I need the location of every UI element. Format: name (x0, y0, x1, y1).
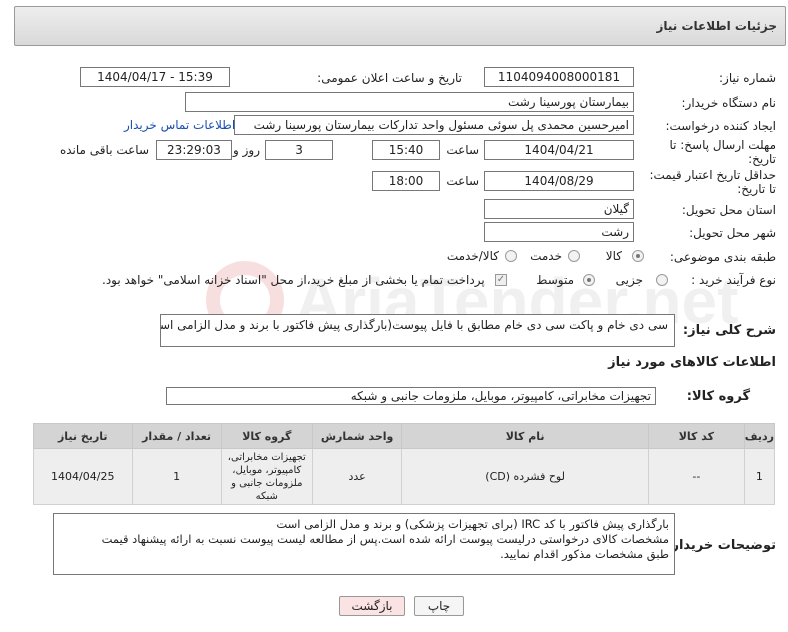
table-row: 1 -- لوح فشرده (CD) عدد تجهیزات مخابراتی… (33, 448, 776, 505)
buyer-org-label: نام دستگاه خریدار: (681, 96, 777, 110)
category-option-service: خدمت (530, 249, 562, 263)
cell-unit: عدد (311, 448, 403, 505)
payment-note: پرداخت تمام یا بخشی از مبلغ خرید،از محل … (102, 273, 485, 287)
validity-time-word: ساعت (446, 174, 479, 188)
col-group-header: گروه کالا (220, 423, 313, 449)
col-row-header: ردیف (743, 423, 776, 449)
print-button[interactable]: چاپ (414, 596, 464, 616)
requester-label: ایجاد کننده درخواست: (665, 119, 776, 133)
col-code-header: کد کالا (647, 423, 745, 449)
remaining-time-field: 23:29:03 (156, 140, 232, 160)
validity-label: حداقل تاریخ اعتبار قیمت: (649, 168, 776, 182)
validity-time-field: 18:00 (372, 171, 440, 191)
category-radio-service[interactable] (568, 250, 580, 262)
process-option-minor: جزیی (615, 273, 643, 287)
goods-group-label: گروه کالا: (686, 389, 750, 404)
need-number-field: 1104094008000181 (484, 67, 634, 87)
deadline-time-word: ساعت (446, 143, 479, 157)
need-number-label: شماره نیاز: (719, 71, 776, 85)
deadline-label-2: تاریخ: (748, 152, 776, 166)
validity-label-2: تا تاریخ: (737, 182, 776, 196)
cell-name: لوح فشرده (CD) (401, 448, 649, 505)
col-unit-header: واحد شمارش (311, 423, 403, 449)
days-count-field: 3 (265, 140, 333, 160)
deadline-date-field: 1404/04/21 (484, 140, 634, 160)
validity-date-field: 1404/08/29 (484, 171, 634, 191)
announce-datetime-field: 1404/04/17 - 15:39 (80, 67, 230, 87)
buyer-notes-line: بارگذاری پیش فاکتور با کد IRC (برای تجهی… (276, 517, 669, 531)
deadline-label: مهلت ارسال پاسخ: تا (669, 138, 776, 152)
city-label: شهر محل تحویل: (689, 226, 776, 240)
remaining-label: ساعت باقی مانده (59, 143, 149, 157)
process-option-medium: متوسط (536, 273, 574, 287)
buyer-notes-line: مشخصات کالای درخواستی درلیست پیوست ارائه… (101, 532, 669, 546)
goods-section-title: اطلاعات کالاهای مورد نیاز (608, 355, 776, 370)
announce-label: تاریخ و ساعت اعلان عمومی: (317, 71, 462, 85)
category-option-goods-service: کالا/خدمت (446, 249, 499, 263)
header-bar: جزئیات اطلاعات نیاز (14, 6, 786, 46)
goods-group-field: تجهیزات مخابراتی، کامپیوتر، موبایل، ملزو… (166, 387, 656, 405)
category-label: طبقه بندی موضوعی: (669, 250, 776, 264)
cell-row: 1 (743, 448, 776, 505)
payment-checkbox[interactable]: ✓ (495, 274, 507, 286)
days-and-label: روز و (233, 143, 260, 157)
summary-label: شرح کلی نیاز: (682, 323, 776, 338)
province-field: گیلان (484, 199, 634, 219)
category-option-goods: کالا (605, 249, 622, 263)
summary-textarea[interactable]: سی دی خام و پاکت سی دی خام مطابق با فایل… (160, 314, 675, 347)
col-date-header: تاریخ نیاز (33, 423, 133, 449)
process-radio-minor[interactable] (656, 274, 668, 286)
process-label: نوع فرآیند خرید : (691, 273, 776, 287)
city-field: رشت (484, 222, 634, 242)
category-radio-goods[interactable] (632, 250, 644, 262)
col-name-header: نام کالا (401, 423, 649, 449)
province-label: استان محل تحویل: (681, 203, 776, 217)
cell-group: تجهیزات مخابراتی، کامپیوتر، موبایل، ملزو… (220, 448, 313, 505)
process-radio-medium[interactable] (583, 274, 595, 286)
deadline-time-field: 15:40 (372, 140, 440, 160)
requester-field: امیرحسین محمدی پل سوئی مسئول واحد تدارکا… (234, 115, 634, 135)
buyer-notes-textarea[interactable]: بارگذاری پیش فاکتور با کد IRC (برای تجهی… (53, 513, 675, 575)
page-title: جزئیات اطلاعات نیاز (656, 19, 777, 33)
cell-qty: 1 (131, 448, 222, 505)
goods-table: ردیف کد کالا نام کالا واحد شمارش گروه کا… (33, 423, 776, 505)
category-radio-goods-service[interactable] (505, 250, 517, 262)
back-button[interactable]: بازگشت (339, 596, 405, 616)
buyer-notes-label: توضیحات خریدار: (666, 538, 776, 553)
col-qty-header: تعداد / مقدار (131, 423, 222, 449)
cell-date: 1404/04/25 (33, 448, 133, 505)
buyer-contact-link[interactable]: اطلاعات تماس خریدار (124, 118, 235, 132)
buyer-notes-line: طبق مشخصات مذکور اقدام نمایید. (500, 547, 669, 561)
cell-code: -- (647, 448, 745, 505)
buyer-org-field: بیمارستان پورسینا رشت (185, 92, 634, 112)
table-header-row: ردیف کد کالا نام کالا واحد شمارش گروه کا… (33, 423, 776, 449)
